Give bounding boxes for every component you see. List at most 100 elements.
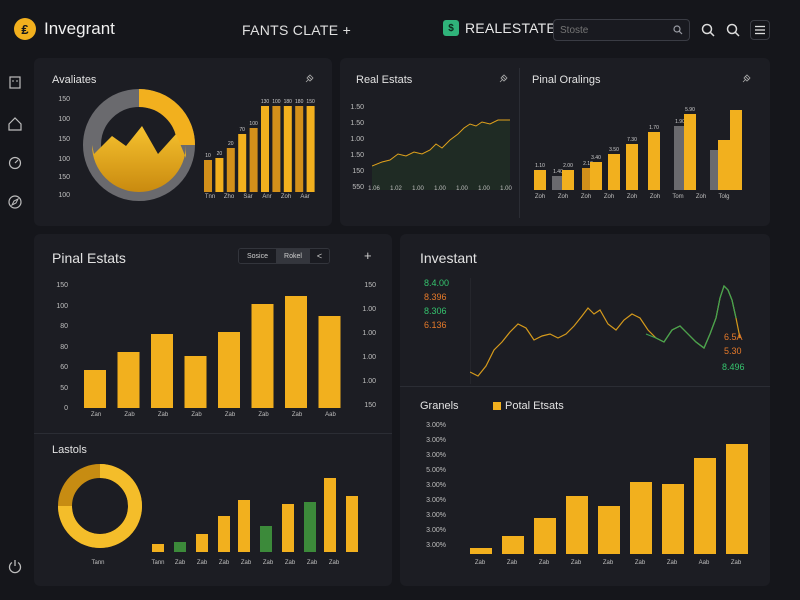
pin-icon[interactable] xyxy=(741,74,751,84)
chevron-left-icon[interactable]: < xyxy=(309,249,330,263)
pin-icon[interactable] xyxy=(304,74,314,84)
house-icon[interactable] xyxy=(7,116,23,132)
x-tick: Zab xyxy=(258,412,269,418)
x-tick: 1.00 xyxy=(500,186,512,192)
real-estate-tab[interactable]: $ REALESTATE xyxy=(443,20,556,36)
y-tick: 150 xyxy=(58,136,70,143)
x-tick: Zoh xyxy=(603,194,615,200)
x-tick: Zab xyxy=(602,560,614,566)
search-box[interactable] xyxy=(553,19,690,41)
x-tick: Zab xyxy=(124,412,135,418)
x-tick: 1.06 xyxy=(368,186,380,192)
y-tick: 3.00% xyxy=(426,482,446,489)
chart-bar xyxy=(238,500,250,552)
chart-bar xyxy=(184,356,207,408)
panel-real-estats: Real Estats 1.50 1.50 1.00 1.50 150 550 … xyxy=(340,58,770,226)
x-tick: Zab xyxy=(634,560,646,566)
bar-label: 1.40 xyxy=(553,169,563,175)
x-tick: Zab xyxy=(218,560,230,566)
granels-bar-chart xyxy=(470,444,748,554)
add-icon[interactable]: + xyxy=(364,248,372,263)
chart-bar xyxy=(306,106,315,192)
x-tick: Zab xyxy=(174,560,186,566)
y-tick: 150 xyxy=(58,174,70,181)
bar-label: 180 xyxy=(284,99,293,105)
y-tick: 3.00% xyxy=(426,422,446,429)
real-estats-line-chart xyxy=(372,119,510,190)
investant-value: 6.5A xyxy=(724,332,743,342)
y-tick: 3.00% xyxy=(426,497,446,504)
legend-swatch xyxy=(493,402,501,410)
y-tick: 150 xyxy=(58,96,70,103)
tab-rokel[interactable]: Rokel xyxy=(276,249,310,263)
x-tick: Tann xyxy=(151,560,165,566)
investant-value: 8.496 xyxy=(722,362,745,372)
gauge-icon[interactable] xyxy=(7,154,23,170)
y-tick: 80 xyxy=(60,323,68,330)
y-tick: 150 xyxy=(352,168,364,175)
chart-bar xyxy=(324,478,336,552)
chart-tabs: Sosice Rokel < xyxy=(238,248,331,264)
panel-divider xyxy=(519,68,520,218)
search-input[interactable] xyxy=(560,24,673,36)
chart-bar xyxy=(534,518,556,554)
line-area xyxy=(372,120,510,190)
panel-avaliates: Avaliates 150 100 150 100 150 100 10 20 20… xyxy=(34,58,332,226)
x-tick: Zab xyxy=(284,560,296,566)
x-tick: Zab xyxy=(538,560,550,566)
chart-bar xyxy=(283,106,292,192)
chart-bar xyxy=(196,534,208,552)
bar-label: 100 xyxy=(249,121,258,127)
bar-label: 1.70 xyxy=(649,125,659,131)
y-tick: 150 xyxy=(364,282,376,289)
y-tick: 100 xyxy=(56,302,68,310)
x-tick: Zoh xyxy=(580,194,592,200)
x-tick: Zab xyxy=(196,560,208,566)
avaliates-bar-chart: 10 202070100130 100 180 180 150 xyxy=(204,99,315,192)
x-tick: Aab xyxy=(698,560,710,566)
panel-subtitle: Granels xyxy=(420,400,459,412)
y-tick: 3.00% xyxy=(426,512,446,519)
chart-bar xyxy=(151,334,173,408)
x-tick: Zab xyxy=(328,560,340,566)
magnifier-icon[interactable] xyxy=(698,20,718,40)
x-tick: Zoh xyxy=(557,194,569,200)
x-tick: Zab xyxy=(191,412,202,418)
brand[interactable]: ₤ Invegrant xyxy=(14,18,115,40)
bar-label: 10 xyxy=(205,153,211,159)
bar-label: 150 xyxy=(306,99,315,105)
y-tick: 550 xyxy=(352,184,364,191)
panel-title: Investant xyxy=(420,250,477,266)
x-tick: Zab xyxy=(666,560,678,566)
power-icon[interactable] xyxy=(7,558,23,574)
chart-bar xyxy=(282,504,294,552)
x-tick: Tom xyxy=(672,194,684,200)
x-tick: Aar xyxy=(300,194,310,200)
y-tick: 80 xyxy=(60,343,68,351)
pinal-oralings-bar-chart: 1.101.402.00 2.103.403.507.301.701.905.90 xyxy=(534,107,742,190)
building-icon[interactable] xyxy=(7,74,23,90)
chart-bar xyxy=(648,132,660,190)
y-tick: 1.00 xyxy=(362,354,376,361)
zoom-icon[interactable] xyxy=(723,20,743,40)
sidebar xyxy=(0,56,30,600)
chart-bar xyxy=(238,134,247,192)
compass-icon[interactable] xyxy=(7,194,23,210)
pinal-estats-bar-chart xyxy=(84,296,341,408)
menu-icon[interactable] xyxy=(750,20,770,40)
bar-label: 180 xyxy=(295,99,304,105)
y-tick: 1.50 xyxy=(350,104,364,111)
pin-icon[interactable] xyxy=(498,74,508,84)
y-tick: 1.50 xyxy=(350,152,364,159)
lastols-donut-chart xyxy=(58,464,142,548)
y-tick: 100 xyxy=(58,156,70,163)
chart-bar xyxy=(562,170,574,190)
bar-label: 20 xyxy=(217,151,223,157)
center-title[interactable]: FANTS CLATE + xyxy=(242,22,351,38)
chart-bar xyxy=(608,154,620,190)
bar-label: 20 xyxy=(228,141,234,147)
search-icon[interactable] xyxy=(673,25,683,35)
tab-sosice[interactable]: Sosice xyxy=(239,249,277,263)
bar-label: 3.40 xyxy=(591,155,601,161)
chart-bar xyxy=(84,370,106,408)
